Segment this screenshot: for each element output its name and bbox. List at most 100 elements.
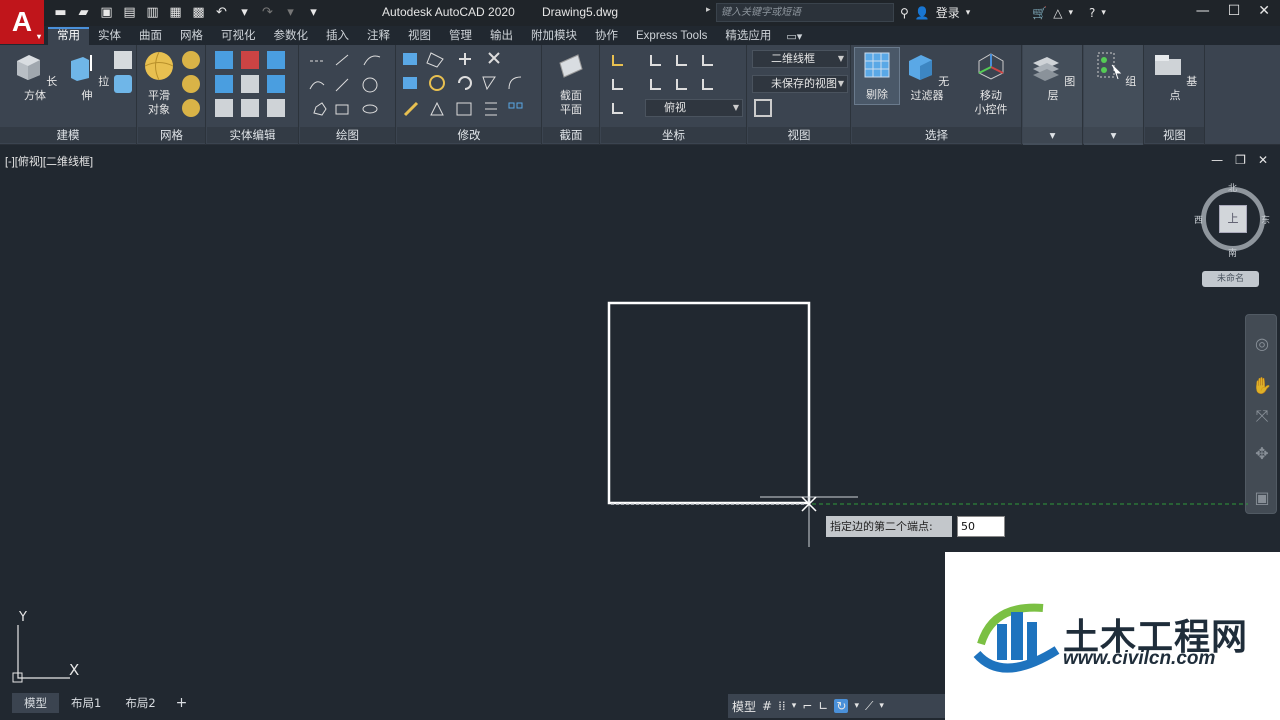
saved-view-combo[interactable]: 未保存的视图 ▼ [752, 75, 848, 93]
viewport-close-icon[interactable]: ✕ [1258, 153, 1268, 167]
ribbon-tab-12[interactable]: 协作 [586, 27, 627, 45]
snap-icon[interactable]: ⁞⁞ [778, 699, 786, 713]
ribbon-tab-6[interactable]: 插入 [317, 27, 358, 45]
showmotion-icon[interactable]: ▣ [1251, 487, 1273, 509]
move-gizmo-button[interactable]: 移动 小控件 [966, 51, 1016, 117]
panel-title-section[interactable]: 截面 [543, 127, 599, 143]
plot-icon[interactable]: ▩ [190, 4, 207, 21]
app-dropdown-icon[interactable]: ▾ [1068, 8, 1073, 18]
panel-title-modeling[interactable]: 建模 [0, 127, 136, 143]
panel-title-view[interactable]: 视图 [748, 127, 850, 143]
close-icon[interactable]: ✕ [1258, 3, 1270, 19]
binoculars-icon[interactable]: ⚲ [900, 6, 909, 20]
open-icon[interactable]: ▰ [75, 4, 92, 21]
fillet-edge-icon[interactable] [267, 75, 285, 93]
presspull-icon[interactable] [114, 75, 132, 93]
dynamic-input-field[interactable]: 50 [957, 516, 1005, 537]
isodraft-dropdown-icon[interactable]: ▾ [879, 701, 884, 711]
autodesk-app-icon[interactable]: △ [1053, 6, 1062, 20]
search-expand-icon[interactable]: ▸ [706, 5, 711, 15]
help-icon[interactable]: ? [1089, 6, 1095, 20]
ribbon-tab-4[interactable]: 可视化 [212, 27, 265, 45]
infer-constraints-icon[interactable]: ⌐ [802, 699, 812, 713]
compass-east[interactable]: 东 [1261, 213, 1270, 226]
union-icon[interactable] [215, 51, 233, 69]
panel-layers-expand[interactable]: ▾ [1023, 127, 1082, 143]
cart-icon[interactable]: 🛒 [1032, 6, 1047, 20]
panel-title-selection[interactable]: 选择 [852, 127, 1021, 143]
customize-qat-icon[interactable]: ▾ [305, 4, 322, 21]
user-icon[interactable]: 👤 [915, 6, 930, 20]
base-point-button[interactable]: 基点 [1152, 51, 1198, 103]
new-icon[interactable]: ▬ [52, 4, 69, 21]
no-filter-button[interactable]: 无过滤器 [902, 51, 952, 103]
isodraft-icon[interactable]: ⟋ [865, 699, 873, 714]
maximize-icon[interactable]: ☐ [1228, 3, 1241, 19]
mesh-smooth-less-icon[interactable] [182, 75, 200, 93]
visual-style-combo[interactable]: 二维线框 ▼ [752, 50, 848, 68]
ribbon-tab-5[interactable]: 参数化 [265, 27, 318, 45]
login-link[interactable]: 登录 [936, 4, 960, 21]
panel-title-modify[interactable]: 修改 [397, 127, 541, 143]
ribbon-tab-7[interactable]: 注释 [358, 27, 399, 45]
viewcube-top-face[interactable]: 上 [1219, 205, 1247, 233]
steering-wheel-icon[interactable]: ◎ [1251, 333, 1273, 355]
login-dropdown-icon[interactable]: ▾ [966, 8, 971, 18]
section-plane-button[interactable]: 截面 平面 [548, 51, 594, 117]
panel-title-solid-edit[interactable]: 实体编辑 [207, 127, 298, 143]
open-web-icon[interactable]: ▥ [144, 4, 161, 21]
ribbon-minimize-toggle-icon[interactable]: ▭▾ [786, 30, 802, 43]
culling-button[interactable]: 剔除 [854, 47, 900, 105]
orbit-icon[interactable]: ✥ [1251, 443, 1273, 465]
group-button[interactable]: 组 [1091, 51, 1137, 89]
snap-dropdown-icon[interactable]: ▾ [792, 701, 797, 711]
ribbon-tab-11[interactable]: 附加模块 [522, 27, 586, 45]
undo-dropdown-icon[interactable]: ▾ [236, 4, 253, 21]
panel-title-coordinates[interactable]: 坐标 [601, 127, 746, 143]
zoom-extents-icon[interactable]: ⤧ [1251, 405, 1273, 427]
tab-layout2[interactable]: 布局2 [113, 693, 167, 713]
shell-icon[interactable] [267, 99, 285, 117]
ribbon-tab-10[interactable]: 输出 [481, 27, 522, 45]
panel-title-draw[interactable]: 绘图 [300, 127, 395, 143]
compass-west[interactable]: 西 [1194, 213, 1203, 226]
intersect-icon[interactable] [215, 75, 233, 93]
mesh-smooth-more-icon[interactable] [182, 51, 200, 69]
pan-icon[interactable]: ✋ [1251, 375, 1273, 397]
polar-dropdown-icon[interactable]: ▾ [854, 701, 859, 711]
panel-title-mesh[interactable]: 网格 [138, 127, 205, 143]
smooth-object-button[interactable]: 平滑 对象 [136, 51, 182, 117]
interfere-icon[interactable] [215, 99, 233, 117]
layers-button[interactable]: 图层 [1030, 51, 1076, 103]
extrude-button[interactable]: 拉伸 [64, 51, 110, 103]
grid-icon[interactable]: # [762, 699, 772, 713]
ribbon-tab-14[interactable]: 精选应用 [716, 27, 780, 45]
ucs-view-combo[interactable]: 俯视 ▼ [645, 99, 743, 117]
viewport-config-icon[interactable] [754, 99, 772, 117]
ribbon-tab-0[interactable]: 常用 [48, 27, 89, 45]
mesh-refine-icon[interactable] [182, 99, 200, 117]
ribbon-tab-1[interactable]: 实体 [89, 27, 130, 45]
save-as-icon[interactable]: ▤ [121, 4, 138, 21]
minimize-icon[interactable]: — [1196, 3, 1210, 19]
ribbon-tab-3[interactable]: 网格 [171, 27, 212, 45]
ribbon-tab-2[interactable]: 曲面 [130, 27, 171, 45]
panel-groups-expand[interactable]: ▾ [1084, 127, 1143, 143]
viewcube[interactable]: 上 北 南 东 西 [1194, 184, 1270, 259]
ribbon-tab-9[interactable]: 管理 [440, 27, 481, 45]
viewport-restore-icon[interactable]: ❐ [1235, 153, 1246, 167]
polar-tracking-icon[interactable]: ↻ [834, 699, 849, 713]
save-web-icon[interactable]: ▦ [167, 4, 184, 21]
compass-south[interactable]: 南 [1228, 246, 1237, 259]
ortho-icon[interactable]: ∟ [818, 699, 828, 713]
viewport-minimize-icon[interactable]: — [1211, 153, 1223, 167]
ribbon-tab-8[interactable]: 视图 [399, 27, 440, 45]
ribbon-tab-13[interactable]: Express Tools [627, 27, 716, 45]
slice-icon[interactable] [241, 75, 259, 93]
viewport-label[interactable]: [-][俯视][二维线框] [5, 153, 93, 169]
search-input[interactable]: 键入关键字或短语 [716, 3, 894, 22]
panel-title-view2[interactable]: 视图 [1145, 127, 1204, 143]
thicken-icon[interactable] [241, 99, 259, 117]
application-menu-button[interactable]: A ▾ [0, 0, 44, 44]
extract-edges-icon[interactable] [267, 51, 285, 69]
